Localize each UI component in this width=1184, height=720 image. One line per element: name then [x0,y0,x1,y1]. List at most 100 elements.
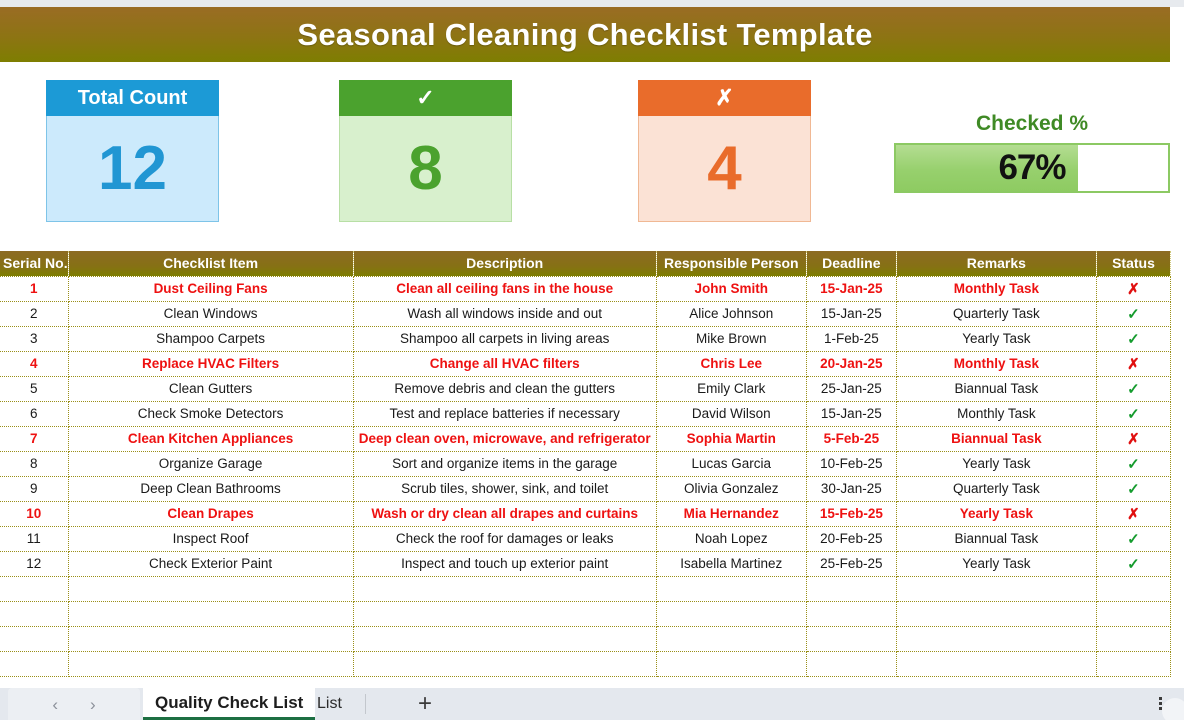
cell-status[interactable]: ✓ [1096,376,1172,402]
cell-checklist-item[interactable]: Clean Drapes [68,501,354,527]
add-sheet-button[interactable]: + [408,688,442,720]
cell-responsible-person[interactable]: Emily Clark [656,376,807,402]
cell-deadline[interactable]: 20-Jan-25 [806,351,897,377]
cell-status[interactable] [1096,626,1172,652]
sheet-tab-list[interactable]: List [305,688,354,720]
cell-description[interactable]: Sort and organize items in the garage [353,451,657,477]
table-row[interactable] [0,576,1172,602]
table-row[interactable]: 8 Organize Garage Sort and organize items … [0,451,1172,477]
cell-checklist-item[interactable]: Replace HVAC Filters [68,351,354,377]
cell-deadline[interactable]: 30-Jan-25 [806,476,897,502]
cell-status[interactable]: ✓ [1096,401,1172,427]
cell-responsible-person[interactable] [656,576,807,602]
kpi-card-checked-count[interactable]: ✓ 8 [339,80,512,222]
cell-deadline[interactable]: 15-Jan-25 [806,301,897,327]
cell-description[interactable]: Scrub tiles, shower, sink, and toilet [353,476,657,502]
cell-deadline[interactable]: 10-Feb-25 [806,451,897,477]
cell-description[interactable]: Check the roof for damages or leaks [353,526,657,552]
cell-checklist-item[interactable]: Clean Windows [68,301,354,327]
cell-checklist-item[interactable]: Organize Garage [68,451,354,477]
cell-status[interactable]: ✓ [1096,551,1172,577]
kpi-card-total-count[interactable]: Total Count 12 [46,80,219,222]
cell-status[interactable]: ✓ [1096,451,1172,477]
cell-status[interactable] [1096,651,1172,677]
cell-serial-no[interactable] [0,576,69,602]
cell-remarks[interactable]: Yearly Task [896,501,1097,527]
cell-serial-no[interactable]: 10 [0,501,69,527]
cell-description[interactable]: Wash or dry clean all drapes and curtain… [353,501,657,527]
table-row[interactable]: 1 Dust Ceiling Fans Clean all ceiling fans… [0,276,1172,302]
cell-status[interactable]: ✗ [1096,276,1172,302]
table-row[interactable]: 10 Clean Drapes Wash or dry clean all drap… [0,501,1172,527]
cell-remarks[interactable] [896,601,1097,627]
cell-remarks[interactable]: Biannual Task [896,376,1097,402]
column-header-status[interactable]: Status [1096,251,1172,277]
cell-checklist-item[interactable] [68,626,354,652]
cell-deadline[interactable] [806,576,897,602]
cell-deadline[interactable]: 15-Feb-25 [806,501,897,527]
cell-remarks[interactable]: Yearly Task [896,551,1097,577]
cell-serial-no[interactable]: 12 [0,551,69,577]
table-row[interactable]: 4 Replace HVAC Filters Change all HVAC fil… [0,351,1172,377]
cell-deadline[interactable]: 20-Feb-25 [806,526,897,552]
cell-remarks[interactable]: Yearly Task [896,326,1097,352]
cell-responsible-person[interactable]: Isabella Martinez [656,551,807,577]
cell-serial-no[interactable]: 4 [0,351,69,377]
chevron-left-icon[interactable]: ‹ [52,696,58,713]
column-header-responsible-person[interactable]: Responsible Person [656,251,807,277]
cell-deadline[interactable] [806,651,897,677]
cell-description[interactable] [353,651,657,677]
cell-deadline[interactable]: 5-Feb-25 [806,426,897,452]
table-row[interactable] [0,626,1172,652]
cell-status[interactable] [1096,601,1172,627]
table-row[interactable]: 12 Check Exterior Paint Inspect and touch … [0,551,1172,577]
cell-responsible-person[interactable]: Alice Johnson [656,301,807,327]
cell-description[interactable]: Test and replace batteries if necessary [353,401,657,427]
cell-description[interactable]: Shampoo all carpets in living areas [353,326,657,352]
cell-checklist-item[interactable] [68,651,354,677]
cell-serial-no[interactable]: 2 [0,301,69,327]
column-header-remarks[interactable]: Remarks [896,251,1097,277]
cell-checklist-item[interactable]: Shampoo Carpets [68,326,354,352]
cell-deadline[interactable]: 15-Jan-25 [806,276,897,302]
cell-serial-no[interactable] [0,651,69,677]
cell-checklist-item[interactable]: Clean Kitchen Appliances [68,426,354,452]
cell-status[interactable]: ✓ [1096,326,1172,352]
cell-checklist-item[interactable]: Check Exterior Paint [68,551,354,577]
cell-responsible-person[interactable] [656,651,807,677]
cell-serial-no[interactable]: 6 [0,401,69,427]
cell-remarks[interactable]: Monthly Task [896,276,1097,302]
cell-deadline[interactable] [806,601,897,627]
cell-status[interactable]: ✗ [1096,351,1172,377]
cell-responsible-person[interactable]: Sophia Martin [656,426,807,452]
kpi-card-unchecked-count[interactable]: ✗ 4 [638,80,811,222]
table-row[interactable] [0,651,1172,677]
cell-remarks[interactable]: Monthly Task [896,351,1097,377]
cell-serial-no[interactable]: 7 [0,426,69,452]
cell-status[interactable]: ✓ [1096,301,1172,327]
table-row[interactable]: 2 Clean Windows Wash all windows inside an… [0,301,1172,327]
cell-remarks[interactable]: Yearly Task [896,451,1097,477]
cell-responsible-person[interactable]: Noah Lopez [656,526,807,552]
table-row[interactable]: 3 Shampoo Carpets Shampoo all carpets in l… [0,326,1172,352]
table-row[interactable]: 5 Clean Gutters Remove debris and clean th… [0,376,1172,402]
cell-status[interactable]: ✓ [1096,526,1172,552]
cell-description[interactable] [353,601,657,627]
cell-serial-no[interactable]: 3 [0,326,69,352]
cell-deadline[interactable]: 25-Jan-25 [806,376,897,402]
cell-remarks[interactable] [896,576,1097,602]
cell-responsible-person[interactable]: Olivia Gonzalez [656,476,807,502]
cell-remarks[interactable]: Monthly Task [896,401,1097,427]
column-header-serial-no[interactable]: Serial No. [0,251,69,277]
cell-status[interactable]: ✓ [1096,476,1172,502]
cell-remarks[interactable]: Quarterly Task [896,301,1097,327]
cell-checklist-item[interactable] [68,601,354,627]
cell-deadline[interactable]: 15-Jan-25 [806,401,897,427]
cell-description[interactable]: Deep clean oven, microwave, and refriger… [353,426,657,452]
cell-deadline[interactable]: 25-Feb-25 [806,551,897,577]
cell-deadline[interactable] [806,626,897,652]
cell-status[interactable]: ✗ [1096,426,1172,452]
cell-description[interactable]: Remove debris and clean the gutters [353,376,657,402]
cell-description[interactable] [353,576,657,602]
cell-responsible-person[interactable]: Mia Hernandez [656,501,807,527]
